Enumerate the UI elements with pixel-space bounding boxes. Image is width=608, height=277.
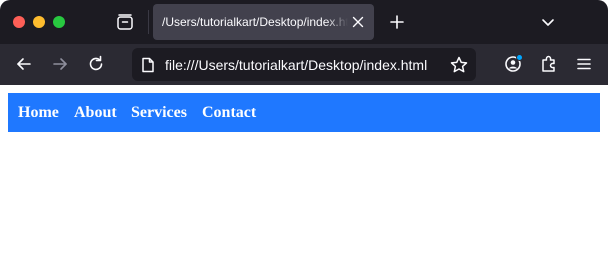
nav-link-home[interactable]: Home	[18, 93, 59, 132]
plus-icon[interactable]	[386, 11, 408, 33]
tab-divider	[148, 10, 149, 34]
nav-link-services[interactable]: Services	[131, 93, 187, 132]
hamburger-icon[interactable]	[573, 53, 595, 75]
site-navigation: Home About Services Contact	[8, 93, 600, 132]
tab-strip: /Users/tutorialkart/Desktop/index.html	[0, 0, 608, 44]
account-icon[interactable]	[502, 53, 524, 75]
close-icon[interactable]	[350, 14, 366, 30]
reload-icon[interactable]	[85, 53, 107, 75]
maximize-window-button[interactable]	[53, 16, 65, 28]
navigation-toolbar: file:///Users/tutorialkart/Desktop/index…	[0, 44, 608, 85]
tab-title: /Users/tutorialkart/Desktop/index.html	[162, 15, 348, 29]
active-tab[interactable]: /Users/tutorialkart/Desktop/index.html	[153, 4, 374, 40]
tab-list-icon[interactable]	[114, 11, 136, 33]
chevron-down-icon[interactable]	[537, 11, 559, 33]
url-text[interactable]: file:///Users/tutorialkart/Desktop/index…	[165, 56, 427, 74]
back-arrow-icon[interactable]	[13, 53, 35, 75]
nav-link-about[interactable]: About	[74, 93, 117, 132]
minimize-window-button[interactable]	[33, 16, 45, 28]
browser-window: /Users/tutorialkart/Desktop/index.html f…	[0, 0, 608, 277]
page-content: Home About Services Contact	[0, 85, 608, 277]
forward-arrow-icon[interactable]	[49, 53, 71, 75]
puzzle-icon[interactable]	[538, 53, 560, 75]
star-icon[interactable]	[449, 55, 469, 75]
nav-link-contact[interactable]: Contact	[202, 93, 256, 132]
close-window-button[interactable]	[13, 16, 25, 28]
page-icon[interactable]	[139, 56, 157, 74]
address-bar[interactable]: file:///Users/tutorialkart/Desktop/index…	[132, 48, 476, 81]
